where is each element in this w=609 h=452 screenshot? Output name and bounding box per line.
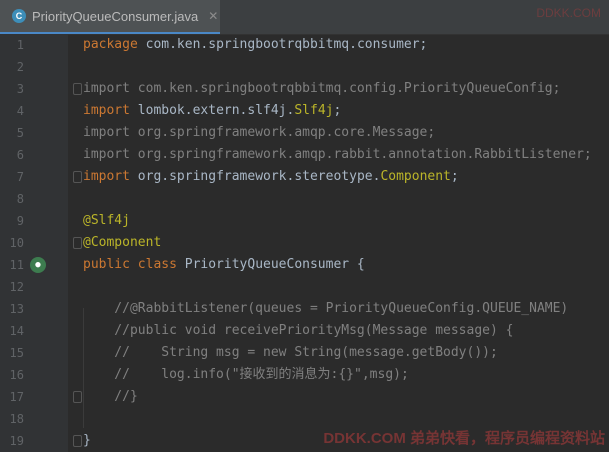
code-token: //@RabbitListener(queues = PriorityQueue… — [83, 301, 569, 316]
code-token: public class — [83, 257, 185, 272]
spring-bean-icon[interactable]: ● — [30, 257, 46, 273]
code-line[interactable]: 17 //} — [0, 386, 609, 408]
code-token: } — [83, 433, 91, 448]
fold-marker-icon[interactable] — [73, 171, 82, 183]
code-line[interactable]: 3 import com.ken.springbootrqbbitmq.confi… — [0, 78, 609, 100]
code-token: lombok.extern.slf4j. — [137, 103, 295, 118]
code-text: import lombok.extern.slf4j.Slf4j; — [83, 100, 341, 122]
code-line[interactable]: 1 package com.ken.springbootrqbbitmq.cons… — [0, 34, 609, 56]
code-token: import — [83, 169, 138, 184]
code-token: //} — [83, 389, 138, 404]
tab-filename: PriorityQueueConsumer.java — [32, 8, 199, 24]
code-text: } — [83, 430, 91, 452]
code-token: //public void receivePriorityMsg(Message… — [83, 323, 514, 338]
code-line[interactable]: 12 — [0, 276, 609, 298]
code-text: @Slf4j — [83, 210, 130, 232]
code-token: ; — [333, 103, 342, 118]
line-number: 13 — [9, 302, 24, 316]
line-number: 17 — [9, 390, 24, 404]
code-line[interactable]: 10 @Component — [0, 232, 609, 254]
code-text: //} — [83, 386, 138, 408]
code-line[interactable]: 9 @Slf4j — [0, 210, 609, 232]
line-number: 14 — [9, 324, 24, 338]
code-token: import com.ken.springbootrqbbitmq.config… — [83, 81, 561, 96]
code-line[interactable]: 8 — [0, 188, 609, 210]
code-token: org.springframework.stereotype. — [137, 169, 381, 184]
code-line[interactable]: 2 — [0, 56, 609, 78]
code-token: import org.springframework.amqp.core.Mes… — [83, 125, 436, 140]
code-line[interactable]: 4 import lombok.extern.slf4j.Slf4j; — [0, 100, 609, 122]
line-number: 1 — [16, 38, 24, 52]
fold-marker-icon[interactable] — [73, 83, 82, 95]
line-number: 16 — [9, 368, 24, 382]
code-line[interactable]: 5 import org.springframework.amqp.core.Me… — [0, 122, 609, 144]
editor-tab-bar: C PriorityQueueConsumer.java ✕ — [0, 0, 609, 35]
line-number: 5 — [16, 126, 24, 140]
code-text: //public void receivePriorityMsg(Message… — [83, 320, 513, 342]
code-text: import org.springframework.amqp.core.Mes… — [83, 122, 435, 144]
code-line[interactable]: 11 ● public class PriorityQueueConsumer { — [0, 254, 609, 276]
line-number: 7 — [16, 170, 24, 184]
code-line[interactable]: 15 // String msg = new String(message.ge… — [0, 342, 609, 364]
code-text: // log.info("接收到的消息为:{}",msg); — [83, 364, 409, 386]
code-token: Component — [380, 169, 451, 184]
code-line[interactable]: 7 import org.springframework.stereotype.C… — [0, 166, 609, 188]
close-icon[interactable]: ✕ — [208, 9, 218, 23]
java-class-icon: C — [12, 9, 26, 23]
code-editor[interactable]: 1 package com.ken.springbootrqbbitmq.cons… — [0, 34, 609, 452]
line-number: 10 — [9, 236, 24, 250]
fold-marker-icon[interactable] — [73, 391, 82, 403]
code-text: public class PriorityQueueConsumer { — [83, 254, 365, 276]
code-token: import org.springframework.amqp.rabbit.a… — [83, 147, 592, 162]
code-token: PriorityQueueConsumer { — [184, 257, 365, 272]
line-number: 11 — [9, 258, 24, 272]
line-number: 12 — [9, 280, 24, 294]
line-number: 4 — [16, 104, 24, 118]
line-number: 3 — [16, 82, 24, 96]
code-token: ; — [450, 169, 459, 184]
code-token: Slf4j — [294, 103, 334, 118]
watermark-top: DDKK.COM — [536, 6, 601, 20]
watermark: DDKK.COM 弟弟快看，程序员编程资料站 — [323, 430, 605, 447]
fold-marker-icon[interactable] — [73, 237, 82, 249]
code-text: package com.ken.springbootrqbbitmq.consu… — [83, 34, 427, 56]
code-text: //@RabbitListener(queues = PriorityQueue… — [83, 298, 568, 320]
code-token: // String msg = new String(message.getBo… — [83, 345, 498, 360]
code-text: @Component — [83, 232, 161, 254]
code-line[interactable]: 16 // log.info("接收到的消息为:{}",msg); — [0, 364, 609, 386]
code-text: import com.ken.springbootrqbbitmq.config… — [83, 78, 560, 100]
code-token: @Slf4j — [83, 213, 130, 228]
code-text: // String msg = new String(message.getBo… — [83, 342, 498, 364]
line-number: 8 — [16, 192, 24, 206]
line-number: 9 — [16, 214, 24, 228]
line-number: 15 — [9, 346, 24, 360]
file-tab[interactable]: C PriorityQueueConsumer.java ✕ — [0, 0, 220, 34]
code-token: // log.info("接收到的消息为:{}",msg); — [83, 367, 409, 382]
code-text: import org.springframework.stereotype.Co… — [83, 166, 459, 188]
line-number: 6 — [16, 148, 24, 162]
code-token: import — [83, 103, 138, 118]
line-number: 19 — [9, 434, 24, 448]
code-text: import org.springframework.amqp.rabbit.a… — [83, 144, 592, 166]
code-line[interactable]: 13 //@RabbitListener(queues = PriorityQu… — [0, 298, 609, 320]
fold-marker-icon[interactable] — [73, 435, 82, 447]
line-number: 18 — [9, 412, 24, 426]
code-line[interactable]: 14 //public void receivePriorityMsg(Mess… — [0, 320, 609, 342]
code-token: com.ken.springbootrqbbitmq.consumer; — [145, 37, 428, 52]
line-number: 2 — [16, 60, 24, 74]
code-line[interactable]: 6 import org.springframework.amqp.rabbit.… — [0, 144, 609, 166]
code-token: @Component — [83, 235, 162, 250]
code-token: package — [83, 37, 146, 52]
